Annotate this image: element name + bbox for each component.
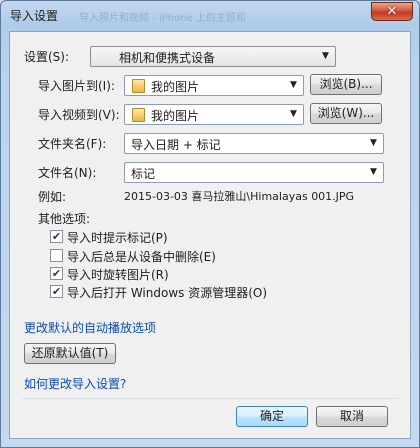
close-button[interactable]: ✕ [371, 2, 413, 21]
import-settings-window: 导入设置 导入照片和视频 - iPhone 上的主题和 ✕ 设置(S): 相机和… [0, 0, 420, 448]
import-pictures-value: 我的图片 [151, 80, 200, 94]
window-title: 导入设置 [10, 9, 59, 23]
folder-icon [132, 79, 145, 93]
folder-icon [132, 108, 145, 122]
example-label: 例如: [38, 190, 67, 204]
chevron-down-icon: ▼ [290, 80, 297, 90]
folder-name-select[interactable]: 导入日期 + 标记 ▼ [124, 133, 384, 154]
chevron-down-icon: ▼ [290, 109, 297, 119]
cancel-button[interactable]: 取消 [316, 406, 388, 427]
checkmark-icon: ✔ [51, 230, 62, 243]
help-link[interactable]: 如何更改导入设置? [24, 375, 126, 392]
browse-videos-button[interactable]: 浏览(W)... [310, 103, 382, 124]
chevron-down-icon: ▼ [370, 167, 377, 177]
rotate-pictures-label[interactable]: 导入时旋转图片(R) [67, 266, 169, 283]
import-pictures-select[interactable]: 我的图片 ▼ [124, 75, 304, 96]
chevron-down-icon: ▼ [370, 138, 377, 148]
open-explorer-checkbox[interactable]: ✔ [50, 285, 63, 298]
file-name-select[interactable]: 标记 ▼ [124, 162, 384, 183]
rotate-pictures-checkbox[interactable]: ✔ [50, 267, 63, 280]
browse-pictures-button[interactable]: 浏览(B)... [310, 74, 382, 95]
settings-device-select[interactable]: 相机和便携式设备 ▼ [90, 46, 336, 67]
title-bar[interactable]: 导入设置 导入照片和视频 - iPhone 上的主题和 ✕ [1, 1, 419, 29]
prompt-tag-checkbox[interactable]: ✔ [50, 230, 63, 243]
ok-button[interactable]: 确定 [236, 406, 308, 427]
close-icon: ✕ [386, 4, 398, 19]
import-videos-value: 我的图片 [151, 109, 200, 123]
dialog-body: 设置(S): 相机和便携式设备 ▼ 导入图片到(I): 我的图片 ▼ 浏览(B)… [9, 31, 411, 439]
other-options-label: 其他选项: [38, 212, 91, 226]
checkmark-icon: ✔ [51, 285, 62, 298]
file-name-value: 标记 [131, 167, 156, 181]
prompt-tag-label[interactable]: 导入时提示标记(P) [67, 229, 168, 246]
background-window-title: 导入照片和视频 - iPhone 上的主题和 [79, 13, 246, 24]
change-autoplay-link[interactable]: 更改默认的自动播放选项 [24, 319, 156, 336]
example-value: 2015-03-03 喜马拉雅山\Himalayas 001.JPG [124, 190, 355, 203]
delete-after-import-label[interactable]: 导入后总是从设备中删除(E) [67, 248, 216, 265]
import-pictures-label: 导入图片到(I): [38, 79, 115, 93]
import-videos-label: 导入视频到(V): [38, 108, 120, 122]
delete-after-import-checkbox[interactable] [50, 249, 63, 262]
open-explorer-label[interactable]: 导入后打开 Windows 资源管理器(O) [67, 284, 267, 301]
settings-label: 设置(S): [24, 50, 70, 64]
checkmark-icon: ✔ [51, 267, 62, 280]
restore-defaults-button[interactable]: 还原默认值(T) [24, 343, 116, 364]
file-name-label: 文件名(N): [38, 166, 97, 180]
chevron-down-icon: ▼ [322, 51, 329, 61]
settings-device-value: 相机和便携式设备 [119, 51, 216, 65]
divider [22, 398, 398, 399]
import-videos-select[interactable]: 我的图片 ▼ [124, 104, 304, 125]
folder-name-value: 导入日期 + 标记 [131, 138, 221, 152]
folder-name-label: 文件夹名(F): [38, 137, 107, 151]
